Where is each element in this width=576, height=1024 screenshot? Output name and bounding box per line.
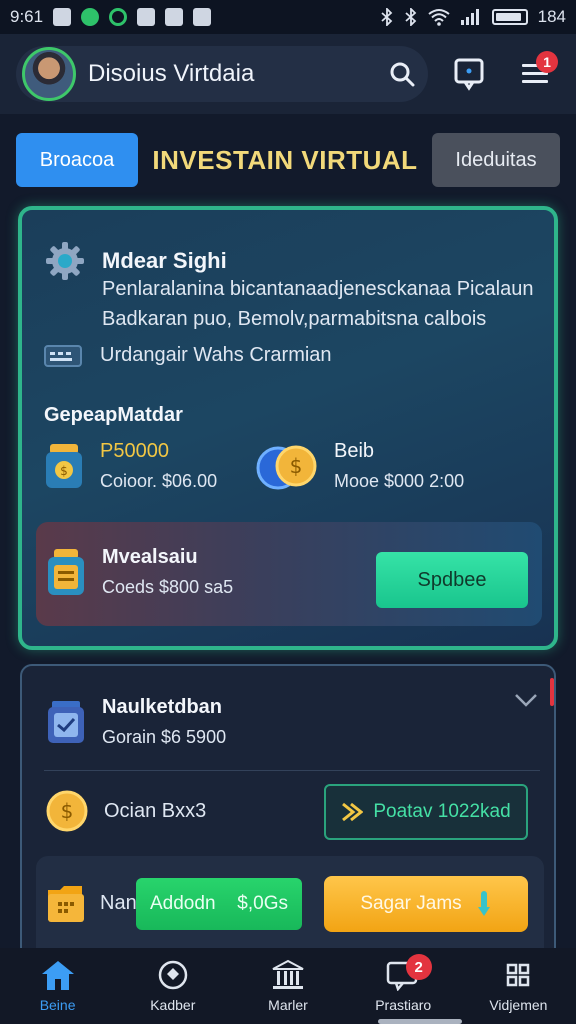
download-app-icon [193, 8, 212, 26]
stat-right-amount: Beib [334, 440, 375, 462]
inner-offer-card: Mvealsaiu Coeds $800 sa5 Spdbee [36, 522, 542, 626]
menu-button[interactable]: 1 [510, 49, 560, 99]
signal-icon [460, 9, 479, 25]
nav-badge-practice: 2 [405, 954, 432, 980]
nav-label-profile: Vidjemen [489, 997, 548, 1013]
avatar[interactable] [22, 47, 76, 101]
gear-icon [46, 242, 84, 280]
wallet-icon [48, 549, 84, 595]
page-title: INVESTAIN VIRTUAL [152, 144, 418, 175]
add-amount-value: $,0Gs [237, 893, 288, 914]
add-amount-button[interactable]: Addodn $,0Gs [136, 878, 302, 930]
keyboard-icon [44, 344, 82, 367]
messages-button[interactable] [444, 49, 494, 99]
tabs-row: Broacoa INVESTAIN VIRTUAL Ideduitas [16, 132, 560, 188]
svg-text:$: $ [60, 464, 68, 478]
menu-notification-badge: 1 [535, 51, 558, 73]
description-line-1: Penlaralanina bicantanaadjenesckanaa Pic… [102, 278, 534, 300]
stat-right: Beib Mooe $000 2:00 [334, 440, 464, 492]
profile-name: Disoius Virtdaia [88, 60, 255, 87]
orange-action-button[interactable]: Sagar Jams [324, 876, 528, 932]
card-title: Mdear Sighi [102, 248, 227, 273]
nav-label-practice: Prastiaro [375, 997, 432, 1013]
profile-search-bar[interactable]: Disoius Virtdaia [16, 46, 429, 102]
description-line-2: Badkaran puo, Bemolv,parmabitsna calbois [102, 308, 487, 330]
app-header: Disoius Virtdaia 1 [0, 34, 576, 114]
battery-level: 184 [537, 7, 566, 26]
coin-label: Ocian Bxx3 [104, 799, 207, 822]
arrow-right-icon [342, 802, 364, 822]
search-icon [390, 62, 415, 87]
checklist-icon [48, 701, 84, 743]
download-icon [477, 891, 490, 916]
inner-card-action-button[interactable]: Spdbee [376, 552, 528, 608]
sync-app-icon [109, 8, 128, 26]
nav-item-compass[interactable]: Kadber [115, 948, 230, 1024]
action-row-label: Nan [100, 891, 137, 914]
nav-item-profile[interactable]: Vidjemen [461, 948, 576, 1024]
chevron-down-icon[interactable] [514, 692, 538, 708]
chat-app-icon [81, 8, 100, 26]
gallery-app-icon [165, 8, 184, 26]
battery-icon [491, 9, 528, 25]
folder-icon [48, 886, 84, 922]
bluetooth-icon [381, 8, 392, 26]
stat-left-amount: P50000 [100, 440, 169, 462]
nav-label-home: Beine [39, 997, 76, 1013]
divider [44, 770, 540, 771]
compass-icon [158, 960, 188, 990]
bank-icon [272, 959, 304, 989]
stat-right-sub: Mooe $000 2:00 [334, 471, 465, 491]
inner-card-title: Mvealsaiu [102, 546, 198, 568]
outline-action-button[interactable]: Poatav 1022kad [324, 784, 528, 840]
stat-left-sub: Coioor. $06.00 [100, 471, 218, 491]
nav-item-market[interactable]: Marler [230, 948, 345, 1024]
bluetooth-alt-icon [405, 8, 416, 26]
second-card-sub: Gorain $6 5900 [102, 727, 227, 747]
svg-text:$: $ [290, 454, 303, 478]
investment-card: Mdear Sighi Penlaralanina bicantanaadjen… [18, 206, 558, 650]
home-icon [41, 961, 74, 990]
chat-bubble-icon [454, 58, 484, 91]
scroll-indicator[interactable] [550, 678, 554, 706]
coins-icon: $ [256, 445, 317, 490]
status-bar: 9:61 184 [0, 0, 576, 34]
inner-card-sub: Coeds $800 sa5 [102, 577, 234, 597]
card-description: Penlaralanina bicantanaadjenesckanaa Pic… [102, 274, 542, 334]
card-subtitle: Urdangair Wahs Crarmian [100, 344, 332, 366]
tab-secondary-button[interactable]: Ideduitas [432, 133, 560, 187]
stat-left: P50000 Coioor. $06.00 [100, 440, 217, 492]
nav-label-compass: Kadber [150, 997, 196, 1013]
home-indicator [378, 1019, 462, 1024]
nav-label-market: Marler [268, 997, 308, 1013]
nav-item-home[interactable]: Beine [0, 948, 115, 1024]
money-jar-icon: $ [46, 444, 82, 488]
bottom-navigation: Beine Kadber Marler 2 Prastiaro Vidjemen [0, 948, 576, 1024]
apps-icon [507, 963, 530, 987]
wifi-icon [428, 9, 450, 26]
section-label: GepeapMatdar [44, 404, 183, 426]
orange-button-label: Sagar Jams [360, 893, 462, 914]
outline-button-label: Poatav 1022kad [373, 801, 511, 822]
app-notification-icon [53, 8, 72, 26]
second-card-title: Naulketdban [102, 696, 223, 718]
add-amount-label: Addodn [150, 893, 216, 914]
search-button[interactable] [382, 54, 422, 94]
nav-item-practice[interactable]: 2 Prastiaro [346, 948, 461, 1024]
tab-primary-button[interactable]: Broacoa [16, 133, 138, 187]
coin-icon: $ [46, 790, 88, 832]
image-app-icon [137, 8, 156, 26]
svg-text:$: $ [61, 799, 74, 823]
status-time: 9:61 [10, 7, 44, 26]
secondary-card: Naulketdban Gorain $6 5900 $ Ocian Bxx3 … [20, 664, 556, 966]
